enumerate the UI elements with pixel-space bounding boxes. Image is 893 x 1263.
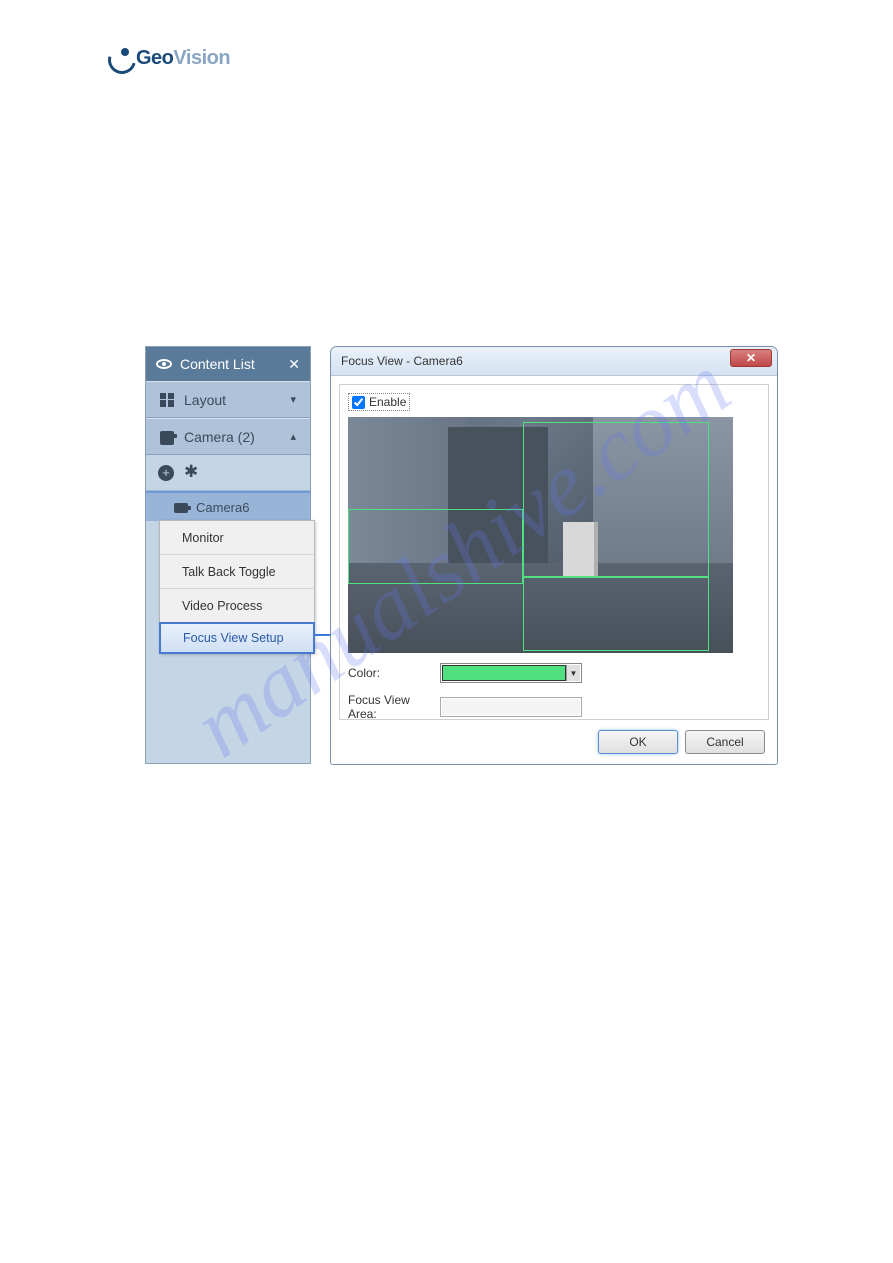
- focus-rect[interactable]: [348, 509, 523, 584]
- ok-label: OK: [629, 735, 646, 749]
- focus-view-area-label: Focus View Area:: [348, 693, 440, 721]
- camera-section-label: Camera (2): [184, 429, 255, 445]
- camera-section[interactable]: Camera (2) ▴: [146, 418, 310, 455]
- menu-label: Talk Back Toggle: [182, 565, 276, 579]
- camera-preview[interactable]: [348, 417, 733, 653]
- content-list-header: Content List ✕: [146, 347, 310, 381]
- camera-item-label: Camera6: [196, 500, 249, 515]
- menu-label: Video Process: [182, 599, 262, 613]
- layout-label: Layout: [184, 392, 226, 408]
- enable-checkbox-row[interactable]: Enable: [348, 393, 410, 411]
- menu-item-talkback[interactable]: Talk Back Toggle: [160, 555, 314, 589]
- dialog-button-row: OK Cancel: [598, 730, 765, 754]
- brand-name-part1: Geo: [136, 47, 173, 69]
- eye-icon: [156, 359, 172, 369]
- focus-view-dialog: Focus View - Camera6 ✕ Enable: [330, 346, 778, 765]
- dialog-body: Enable Color: ▼: [339, 384, 769, 720]
- color-row: Color: ▼: [348, 663, 760, 683]
- context-menu: Monitor Talk Back Toggle Video Process F…: [159, 520, 315, 654]
- focus-view-area-input[interactable]: [440, 697, 582, 717]
- brand-name-part2: Vision: [173, 47, 230, 69]
- gear-icon[interactable]: [186, 466, 200, 480]
- camera-item-camera6[interactable]: Camera6: [146, 491, 310, 521]
- color-label: Color:: [348, 666, 440, 680]
- add-button[interactable]: +: [158, 465, 174, 481]
- grid-icon: [160, 393, 174, 407]
- chevron-down-icon[interactable]: ▼: [566, 665, 580, 681]
- chevron-up-icon: ▴: [290, 430, 296, 443]
- dialog-title-text: Focus View - Camera6: [341, 354, 463, 368]
- color-picker[interactable]: ▼: [440, 663, 582, 683]
- layout-section[interactable]: Layout ▾: [146, 381, 310, 418]
- color-swatch: [442, 665, 566, 681]
- cancel-label: Cancel: [706, 735, 743, 749]
- cancel-button[interactable]: Cancel: [685, 730, 765, 754]
- focus-view-area-row: Focus View Area:: [348, 693, 760, 721]
- focus-rect[interactable]: [523, 577, 709, 651]
- focus-rect[interactable]: [523, 422, 709, 577]
- chevron-down-icon: ▾: [290, 393, 296, 406]
- camera-icon: [174, 503, 188, 513]
- ok-button[interactable]: OK: [598, 730, 678, 754]
- menu-item-video-process[interactable]: Video Process: [160, 589, 314, 623]
- menu-item-focus-view-setup[interactable]: Focus View Setup: [159, 622, 315, 654]
- close-icon[interactable]: ✕: [288, 356, 300, 373]
- enable-checkbox[interactable]: [352, 396, 365, 409]
- brand-name: GeoVision: [136, 47, 230, 70]
- content-list-title: Content List: [180, 356, 255, 372]
- menu-label: Monitor: [182, 531, 224, 545]
- enable-label: Enable: [369, 395, 406, 409]
- dialog-titlebar: Focus View - Camera6 ✕: [331, 347, 777, 376]
- content-list-toolbar: +: [146, 455, 310, 491]
- menu-item-monitor[interactable]: Monitor: [160, 521, 314, 555]
- dialog-close-button[interactable]: ✕: [730, 349, 772, 367]
- menu-label: Focus View Setup: [183, 631, 284, 645]
- camera-icon: [160, 431, 174, 445]
- brand-logo: GeoVision: [108, 46, 230, 70]
- logo-icon: [108, 46, 132, 70]
